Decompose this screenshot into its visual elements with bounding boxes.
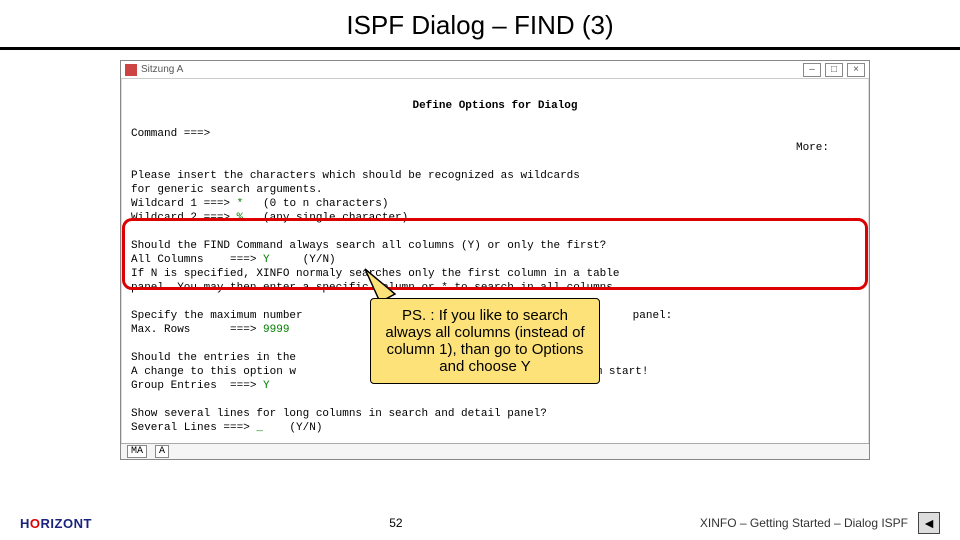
several-lines-q: Show several lines for long columns in s… <box>131 408 547 420</box>
callout-bubble: PS. : If you like to search always all c… <box>370 298 600 384</box>
title-rule <box>0 47 960 50</box>
nav-back-button[interactable]: ◄ <box>918 512 940 534</box>
wildcard2-label: Wildcard 2 ===> <box>131 212 237 224</box>
several-lines-desc: (Y/N) <box>263 422 322 434</box>
wildcard1-desc: (0 to n characters) <box>243 198 388 210</box>
brand-part1: H <box>20 516 30 531</box>
maximize-button[interactable]: □ <box>825 63 843 77</box>
several-lines-label: Several Lines ===> <box>131 422 256 434</box>
find-question: Should the FIND Command always search al… <box>131 240 606 252</box>
status-ma: MA <box>127 445 147 458</box>
window-titlebar: Sitzung A – □ × <box>121 61 869 79</box>
brand-part3: RIZONT <box>41 516 92 531</box>
terminal-statusbar: MA A <box>121 443 869 459</box>
minimize-button[interactable]: – <box>803 63 821 77</box>
group-value[interactable]: Y <box>263 380 270 392</box>
brand-logo: HORIZONT <box>20 516 92 531</box>
group-label: Group Entries ===> <box>131 380 263 392</box>
ispf-window: Sitzung A – □ × Define Options for Dialo… <box>120 60 870 460</box>
doc-label: XINFO – Getting Started – Dialog ISPF <box>700 516 908 530</box>
page-number: 52 <box>92 516 700 530</box>
dialog-heading: Define Options for Dialog <box>131 99 859 113</box>
back-arrow-icon: ◄ <box>922 515 936 531</box>
wildcard-intro-1: Please insert the characters which shoul… <box>131 170 580 182</box>
allcolumns-label: All Columns ===> <box>131 254 263 266</box>
wildcard1-label: Wildcard 1 ===> <box>131 198 237 210</box>
brand-part2: O <box>30 516 41 531</box>
more-indicator: More: <box>796 142 829 154</box>
maxrows-label: Max. Rows ===> <box>131 324 263 336</box>
maxrows-value[interactable]: 9999 <box>263 324 289 336</box>
callout-text: PS. : If you like to search always all c… <box>385 307 584 375</box>
group-q1: Should the entries in the <box>131 352 296 364</box>
slide-footer: HORIZONT 52 XINFO – Getting Started – Di… <box>0 506 960 540</box>
allcolumns-value[interactable]: Y <box>263 254 270 266</box>
window-title: Sitzung A <box>141 64 799 75</box>
allcolumns-desc: (Y/N) <box>270 254 336 266</box>
maxrows-intro: Specify the maximum number <box>131 310 303 322</box>
close-button[interactable]: × <box>847 63 865 77</box>
maxrows-suffix: panel: <box>633 310 673 322</box>
group-q2: A change to this option w <box>131 366 296 378</box>
wildcard2-desc: (any single character) <box>243 212 408 224</box>
command-prompt[interactable]: Command ===> <box>131 128 210 140</box>
slide-title: ISPF Dialog – FIND (3) <box>0 0 960 47</box>
status-a: A <box>155 445 169 458</box>
session-icon <box>125 64 137 76</box>
terminal-area: Define Options for Dialog Command ===> M… <box>121 79 869 455</box>
wildcard-intro-2: for generic search arguments. <box>131 184 322 196</box>
